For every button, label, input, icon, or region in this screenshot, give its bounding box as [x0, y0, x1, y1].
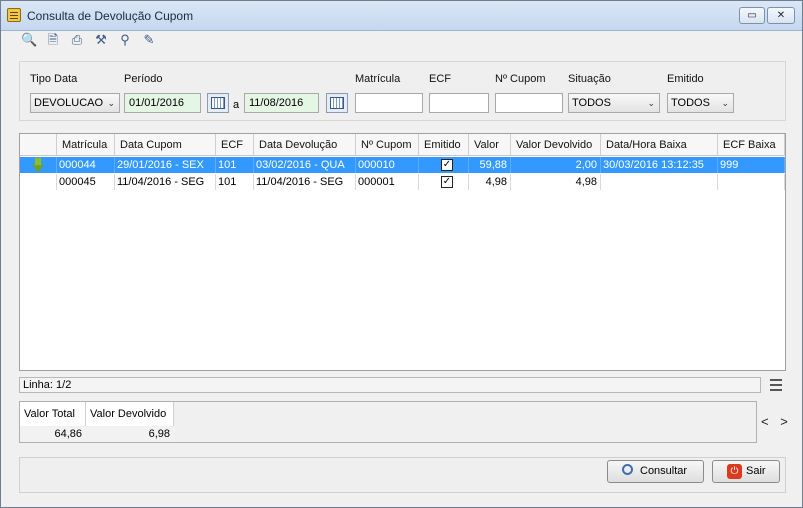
arrow-down-icon: [32, 157, 44, 173]
cell-ecf-baixa: 999: [718, 157, 785, 173]
column-header-data-devolucao[interactable]: Data Devolução: [254, 134, 356, 156]
column-header-emitido[interactable]: Emitido: [419, 134, 469, 156]
cell-data-cupom: 29/01/2016 - SEX: [115, 157, 216, 173]
situacao-label: Situação: [568, 73, 611, 85]
column-header-data-hora-baixa[interactable]: Data/Hora Baixa: [601, 134, 718, 156]
table-row[interactable]: 000045 11/04/2016 - SEG 101 11/04/2016 -…: [20, 174, 785, 190]
edit-icon[interactable]: ✎: [141, 32, 157, 48]
sair-label: Sair: [746, 465, 766, 477]
valor-devolvido-label: Valor Devolvido: [86, 402, 174, 426]
cell-valor: 4,98: [469, 174, 511, 190]
ecf-label: ECF: [429, 73, 451, 85]
calendar-icon: [211, 97, 225, 109]
cell-data-devolucao: 11/04/2016 - SEG: [254, 174, 356, 190]
column-header-matricula[interactable]: Matrícula: [57, 134, 115, 156]
tools-icon[interactable]: ⚒: [93, 32, 109, 48]
sair-button[interactable]: ⏻ Sair: [712, 460, 780, 483]
cell-ecf: 101: [216, 174, 254, 190]
column-header-num-cupom[interactable]: Nº Cupom: [356, 134, 419, 156]
close-button[interactable]: ✕: [767, 7, 795, 24]
main-window: Consulta de Devolução Cupom ▭ ✕ 🔍 🗎 ⎙ ⚒ …: [0, 0, 803, 508]
calendar-icon: [330, 97, 344, 109]
chevron-down-icon: ⌄: [107, 98, 115, 108]
grid-header: Matrícula Data Cupom ECF Data Devolução …: [20, 134, 785, 156]
window-title: Consulta de Devolução Cupom: [27, 9, 194, 23]
cell-ecf: 101: [216, 157, 254, 173]
column-header-indicator: [20, 134, 57, 156]
row-indicator-cell: [20, 174, 57, 190]
menu-icon[interactable]: [770, 379, 782, 391]
tipo-data-label: Tipo Data: [30, 73, 78, 85]
cell-valor-devolvido: 2,00: [511, 157, 601, 173]
search-icon[interactable]: 🔍: [21, 32, 37, 48]
periodo-end-field[interactable]: 11/08/2016: [244, 93, 319, 113]
column-header-data-cupom[interactable]: Data Cupom: [115, 134, 216, 156]
cell-ecf-baixa: [718, 174, 785, 190]
periodo-start-field[interactable]: 01/01/2016: [124, 93, 201, 113]
emitido-select[interactable]: TODOS ⌄: [667, 93, 734, 113]
emitido-label: Emitido: [667, 73, 704, 85]
row-position-status: Linha: 1/2: [19, 377, 761, 393]
table-row[interactable]: 000044 29/01/2016 - SEX 101 03/02/2016 -…: [20, 157, 785, 173]
consultar-label: Consultar: [640, 465, 688, 477]
new-document-icon[interactable]: 🗎: [45, 32, 61, 48]
periodo-separator: a: [233, 99, 240, 111]
power-icon: ⏻: [727, 464, 742, 479]
cell-matricula: 000044: [57, 157, 115, 173]
consultar-button[interactable]: Consultar: [607, 460, 704, 483]
filter-panel: Tipo Data DEVOLUCAO ⌄ Período 01/01/2016…: [19, 61, 786, 121]
periodo-start-calendar-button[interactable]: [207, 93, 229, 113]
cell-data-hora-baixa: [601, 174, 718, 190]
valor-devolvido-value: 6,98: [86, 427, 174, 442]
column-header-ecf[interactable]: ECF: [216, 134, 254, 156]
valor-total-value: 64,86: [20, 427, 86, 442]
emitido-checkbox[interactable]: ✓: [441, 159, 453, 171]
situacao-value: TODOS: [572, 97, 611, 109]
column-header-ecf-baixa[interactable]: ECF Baixa: [718, 134, 785, 156]
matricula-field[interactable]: [355, 93, 423, 113]
cell-num-cupom: 000001: [356, 174, 419, 190]
totals-panel: Valor Total Valor Devolvido 64,86 6,98: [19, 401, 757, 443]
tipo-data-select[interactable]: DEVOLUCAO ⌄: [30, 93, 120, 113]
title-bar: Consulta de Devolução Cupom ▭ ✕: [1, 1, 802, 31]
emitido-value: TODOS: [671, 97, 710, 109]
num-cupom-field[interactable]: [495, 93, 563, 113]
column-header-valor-devolvido[interactable]: Valor Devolvido: [511, 134, 601, 156]
num-cupom-label: Nº Cupom: [495, 73, 546, 85]
cell-valor-devolvido: 4,98: [511, 174, 601, 190]
matricula-label: Matrícula: [355, 73, 401, 85]
periodo-label: Período: [124, 73, 163, 85]
print-icon[interactable]: ⎙: [69, 32, 85, 48]
search-icon: [622, 464, 633, 475]
chevron-down-icon: ⌄: [721, 98, 729, 108]
chevron-down-icon: ⌄: [647, 98, 655, 108]
totals-nav-arrows[interactable]: < >: [761, 414, 792, 429]
cell-matricula: 000045: [57, 174, 115, 190]
results-grid[interactable]: Matrícula Data Cupom ECF Data Devolução …: [19, 133, 786, 371]
cell-data-cupom: 11/04/2016 - SEG: [115, 174, 216, 190]
situacao-select[interactable]: TODOS ⌄: [568, 93, 660, 113]
app-icon: [7, 8, 21, 22]
ecf-field[interactable]: [429, 93, 489, 113]
row-indicator-cell: [20, 157, 57, 173]
cell-emitido: ✓: [419, 157, 469, 173]
tipo-data-value: DEVOLUCAO: [34, 97, 104, 109]
periodo-end-calendar-button[interactable]: [326, 93, 348, 113]
cell-data-devolucao: 03/02/2016 - QUA: [254, 157, 356, 173]
cell-emitido: ✓: [419, 174, 469, 190]
key-icon[interactable]: ⚲: [117, 32, 133, 48]
valor-total-label: Valor Total: [20, 402, 86, 426]
emitido-checkbox[interactable]: ✓: [441, 176, 453, 188]
cell-num-cupom: 000010: [356, 157, 419, 173]
cell-data-hora-baixa: 30/03/2016 13:12:35: [601, 157, 718, 173]
column-header-valor[interactable]: Valor: [469, 134, 511, 156]
cell-valor: 59,88: [469, 157, 511, 173]
restore-button[interactable]: ▭: [739, 7, 765, 24]
